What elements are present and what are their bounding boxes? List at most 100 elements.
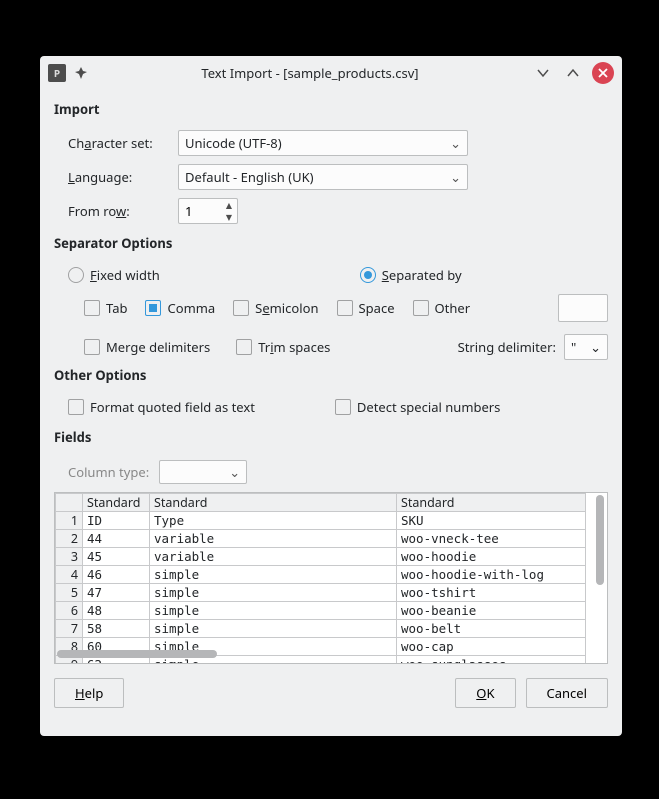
fromrow-label: From row:	[54, 202, 178, 220]
check-tab[interactable]: Tab	[84, 299, 127, 317]
fromrow-spinner[interactable]: ▲▼	[178, 198, 238, 224]
scroll-thumb[interactable]	[596, 495, 604, 585]
check-format-quoted[interactable]: Format quoted field as text	[68, 398, 255, 416]
horizontal-scrollbar[interactable]	[57, 649, 593, 659]
cell: simple	[150, 584, 397, 602]
cell: woo-vneck-tee	[397, 530, 586, 548]
chevron-down-icon: ⌄	[450, 168, 461, 186]
language-row: Language: Default - English (UK) ⌄	[54, 164, 608, 190]
section-import-heading: Import	[54, 100, 608, 118]
spin-up-icon[interactable]: ▲	[221, 199, 237, 211]
vertical-scrollbar[interactable]	[595, 495, 605, 645]
close-button[interactable]	[592, 62, 614, 84]
cell: woo-tshirt	[397, 584, 586, 602]
table-row[interactable]: 244variablewoo-vneck-tee	[56, 530, 586, 548]
footer: Help OK Cancel	[54, 664, 608, 708]
other-separator-input[interactable]	[558, 294, 608, 322]
cell: simple	[150, 566, 397, 584]
radio-fixed-width[interactable]: Fixed width	[68, 266, 160, 284]
separator-row2: Merge delimiters Trim spaces String deli…	[54, 334, 608, 360]
separator-checks: Tab Comma Semicolon Space Other	[54, 294, 608, 322]
spin-down-icon[interactable]: ▼	[221, 211, 237, 223]
table-row[interactable]: 758simplewoo-belt	[56, 620, 586, 638]
check-other[interactable]: Other	[413, 299, 471, 317]
language-combo[interactable]: Default - English (UK) ⌄	[178, 164, 468, 190]
row-number: 7	[56, 620, 83, 638]
row-number: 2	[56, 530, 83, 548]
spinner-buttons[interactable]: ▲▼	[221, 199, 237, 223]
cell: simple	[150, 602, 397, 620]
check-merge-delimiters[interactable]: Merge delimiters	[84, 338, 210, 356]
cell: simple	[150, 620, 397, 638]
maximize-button[interactable]	[562, 62, 584, 84]
language-label: Language:	[54, 168, 178, 186]
column-type-label: Column type:	[68, 463, 149, 481]
app-icon: P	[48, 64, 66, 82]
table-row[interactable]: 446simplewoo-hoodie-with-log	[56, 566, 586, 584]
fromrow-row: From row: ▲▼	[54, 198, 608, 224]
string-delimiter-label: String delimiter:	[458, 338, 556, 356]
check-trim-spaces[interactable]: Trim spaces	[236, 338, 330, 356]
cell: variable	[150, 548, 397, 566]
cell: 46	[83, 566, 150, 584]
row-number: 4	[56, 566, 83, 584]
charset-combo[interactable]: Unicode (UTF-8) ⌄	[178, 130, 468, 156]
corner-cell[interactable]	[56, 494, 83, 512]
row-number: 1	[56, 512, 83, 530]
cell: ID	[83, 512, 150, 530]
check-detect-special[interactable]: Detect special numbers	[335, 398, 500, 416]
minimize-button[interactable]	[532, 62, 554, 84]
dialog-window: P Text Import - [sample_products.csv] Im…	[40, 56, 622, 736]
check-comma[interactable]: Comma	[145, 299, 215, 317]
check-semicolon[interactable]: Semicolon	[233, 299, 318, 317]
scroll-thumb[interactable]	[57, 650, 217, 658]
cell: Type	[150, 512, 397, 530]
charset-value: Unicode (UTF-8)	[185, 134, 282, 152]
cell: 45	[83, 548, 150, 566]
chevron-down-icon: ⌄	[590, 338, 601, 356]
cell: 48	[83, 602, 150, 620]
separator-radio-row: Fixed width Separated by	[54, 266, 608, 284]
col-header[interactable]: Standard	[397, 494, 586, 512]
preview-pane[interactable]: Standard Standard Standard 1IDTypeSKU244…	[54, 492, 608, 664]
section-separator-heading: Separator Options	[54, 234, 608, 252]
ok-button[interactable]: OK	[455, 678, 515, 708]
col-header[interactable]: Standard	[83, 494, 150, 512]
cell: woo-beanie	[397, 602, 586, 620]
help-button[interactable]: Help	[54, 678, 124, 708]
chevron-down-icon: ⌄	[450, 134, 461, 152]
cell: 47	[83, 584, 150, 602]
table-row[interactable]: 547simplewoo-tshirt	[56, 584, 586, 602]
column-type-row: Column type: ⌄	[54, 460, 608, 484]
cell: SKU	[397, 512, 586, 530]
dialog-content: Import Character set: Unicode (UTF-8) ⌄ …	[40, 90, 622, 736]
cell: variable	[150, 530, 397, 548]
other-options-row: Format quoted field as text Detect speci…	[54, 398, 608, 416]
window-title: Text Import - [sample_products.csv]	[96, 64, 524, 82]
cell: 44	[83, 530, 150, 548]
row-number: 3	[56, 548, 83, 566]
column-type-combo[interactable]: ⌄	[159, 460, 247, 484]
chevron-down-icon: ⌄	[229, 463, 240, 481]
cancel-button[interactable]: Cancel	[526, 678, 608, 708]
radio-separated-by[interactable]: Separated by	[360, 266, 462, 284]
col-header[interactable]: Standard	[150, 494, 397, 512]
table-row[interactable]: 1IDTypeSKU	[56, 512, 586, 530]
string-delimiter-combo[interactable]: " ⌄	[564, 334, 608, 360]
titlebar[interactable]: P Text Import - [sample_products.csv]	[40, 56, 622, 90]
check-space[interactable]: Space	[337, 299, 395, 317]
charset-row: Character set: Unicode (UTF-8) ⌄	[54, 130, 608, 156]
cell: woo-hoodie	[397, 548, 586, 566]
preview-table: Standard Standard Standard 1IDTypeSKU244…	[55, 493, 586, 664]
section-other-heading: Other Options	[54, 366, 608, 384]
table-row[interactable]: 345variablewoo-hoodie	[56, 548, 586, 566]
section-fields-heading: Fields	[54, 428, 608, 446]
pin-icon[interactable]	[74, 66, 88, 80]
table-row[interactable]: 648simplewoo-beanie	[56, 602, 586, 620]
row-number: 6	[56, 602, 83, 620]
row-number: 5	[56, 584, 83, 602]
language-value: Default - English (UK)	[185, 168, 314, 186]
cell: woo-hoodie-with-log	[397, 566, 586, 584]
cell: woo-belt	[397, 620, 586, 638]
charset-label: Character set:	[54, 134, 178, 152]
